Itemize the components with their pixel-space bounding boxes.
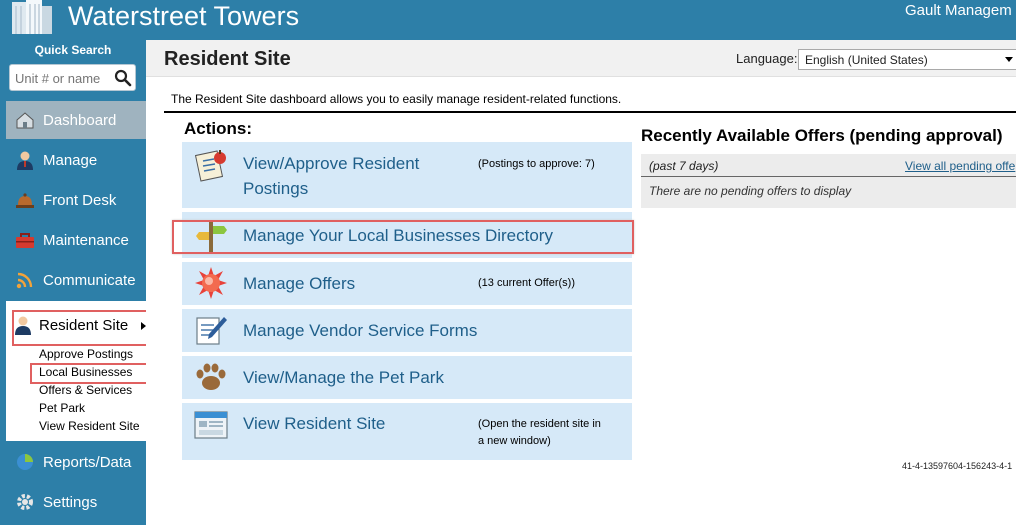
nav-settings-label: Settings [43, 493, 98, 511]
action-approve-postings[interactable]: View/Approve Resident Postings (Postings… [182, 142, 632, 208]
note-line: a new window) [478, 435, 551, 447]
language-select[interactable]: English (United States) [798, 49, 1016, 70]
nav-dashboard[interactable]: Dashboard [6, 101, 146, 139]
paw-icon [196, 363, 226, 390]
action-view-resident-site-label: View Resident Site [243, 414, 386, 433]
nav-settings[interactable]: Settings [6, 483, 146, 521]
nav-resident-site-label: Resident Site [39, 316, 129, 334]
dashboard-icon [14, 109, 36, 131]
header: Waterstreet Towers Gault Managem [0, 0, 1016, 40]
nav-reports-data-label: Reports/Data [43, 453, 132, 471]
action-view-resident-site[interactable]: View Resident Site (Open the resident si… [182, 403, 632, 460]
nav-front-desk[interactable]: Front Desk [6, 181, 146, 219]
sublink-pet-park[interactable]: Pet Park [39, 401, 85, 415]
actions-heading: Actions: [184, 119, 252, 138]
offers-panel: (past 7 days) View all pending offe Ther… [641, 154, 1016, 208]
intro-text: The Resident Site dashboard allows you t… [171, 92, 622, 106]
action-pet-park[interactable]: View/Manage the Pet Park [182, 356, 632, 399]
action-manage-offers-label: Manage Offers [243, 274, 356, 293]
postings-count-note: (Postings to approve: 7) [478, 158, 595, 170]
offers-divider [641, 176, 1016, 177]
sublink-approve-postings[interactable]: Approve Postings [39, 347, 133, 361]
note-line: (Open the resident site in [478, 418, 601, 430]
form-pencil-icon [196, 317, 227, 345]
action-vendor-forms[interactable]: Manage Vendor Service Forms [182, 309, 632, 352]
resident-icon [14, 315, 36, 337]
nav-maintenance[interactable]: Maintenance [6, 221, 146, 259]
page-title: Resident Site [164, 48, 291, 70]
main-content: Resident Site Language: English (United … [146, 40, 1016, 525]
nav-communicate-label: Communicate [43, 271, 136, 289]
building-logo-icon [6, 0, 60, 34]
nav-communicate[interactable]: Communicate [6, 261, 146, 299]
language-label: Language: [736, 51, 798, 66]
action-label-line: View/Approve Resident [243, 154, 420, 173]
quick-search-box [9, 64, 136, 91]
offers-heading: Recently Available Offers (pending appro… [641, 126, 1003, 145]
offers-empty-message: There are no pending offers to display [649, 184, 852, 198]
starburst-icon [195, 267, 227, 299]
action-pet-park-label: View/Manage the Pet Park [243, 368, 444, 387]
sublink-view-resident-site[interactable]: View Resident Site [39, 419, 140, 433]
manager-icon [14, 149, 36, 171]
offers-count-note: (13 current Offer(s)) [478, 277, 575, 289]
browser-window-icon [194, 411, 228, 439]
sublink-local-businesses[interactable]: Local Businesses [39, 365, 132, 379]
quick-search-input[interactable] [15, 69, 110, 87]
offers-period: (past 7 days) [649, 159, 719, 173]
nav-manage-label: Manage [43, 151, 98, 169]
company-name[interactable]: Gault Managem [905, 2, 1012, 19]
local-businesses-action-highlight [172, 220, 634, 254]
wifi-icon [14, 269, 36, 291]
gear-icon [14, 491, 36, 513]
resident-site-panel: Resident Site Approve Postings Local Bus… [6, 301, 156, 441]
title-bar: Resident Site Language: English (United … [146, 40, 1016, 77]
open-new-window-note: (Open the resident site in a new window) [478, 416, 601, 450]
nav-resident-site[interactable]: Resident Site [14, 315, 128, 337]
divider [164, 111, 1016, 113]
app-title: Waterstreet Towers [68, 1, 300, 31]
nav-reports-data[interactable]: Reports/Data [6, 443, 146, 481]
action-manage-offers[interactable]: Manage Offers (13 current Offer(s)) [182, 262, 632, 305]
action-vendor-forms-label: Manage Vendor Service Forms [243, 321, 478, 340]
quick-search-label: Quick Search [34, 43, 112, 57]
language-value: English (United States) [805, 53, 928, 67]
action-label-line: Postings [243, 179, 309, 198]
sidebar: Quick Search Dashboard Manage Front Desk… [0, 40, 156, 525]
nav-manage[interactable]: Manage [6, 141, 146, 179]
front-desk-bell-icon [14, 189, 36, 211]
search-icon[interactable] [114, 69, 132, 87]
clipboard-apple-icon [194, 150, 226, 182]
nav-front-desk-label: Front Desk [43, 191, 117, 209]
nav-dashboard-label: Dashboard [43, 111, 117, 129]
sublink-offers-services[interactable]: Offers & Services [39, 383, 132, 397]
nav-maintenance-label: Maintenance [43, 231, 129, 249]
build-id: 41-4-13597604-156243-4-1 [902, 461, 1013, 471]
view-all-offers-link[interactable]: View all pending offe [905, 159, 1015, 173]
toolbox-icon [14, 229, 36, 251]
dropdown-caret-icon [1005, 57, 1013, 62]
action-approve-postings-label: View/Approve Resident Postings [243, 151, 419, 201]
pie-chart-icon [14, 451, 36, 473]
